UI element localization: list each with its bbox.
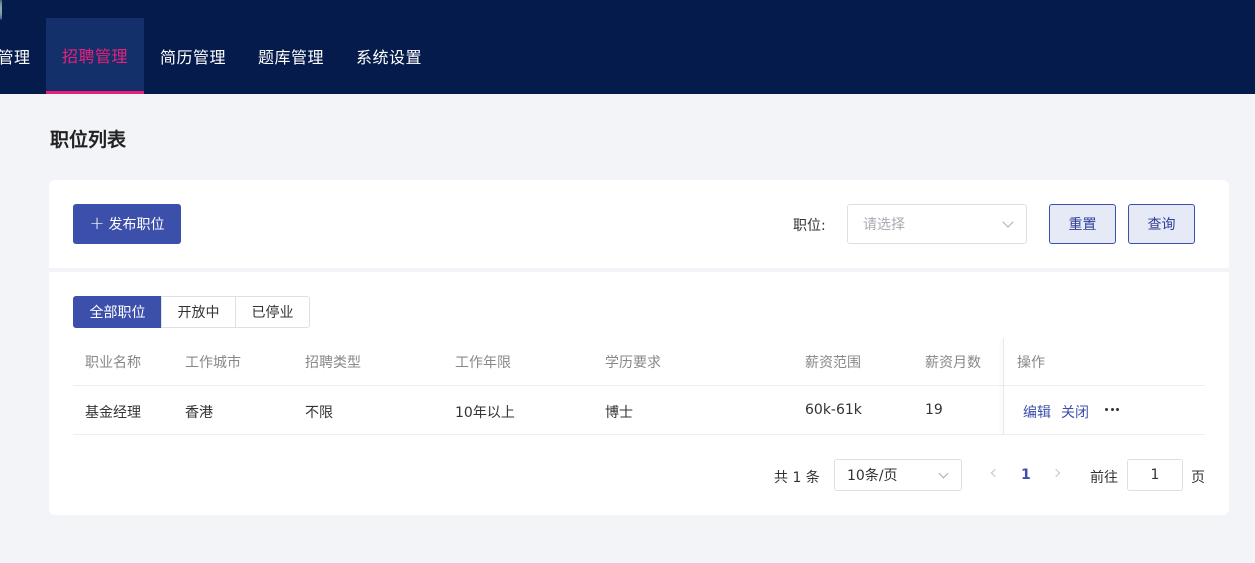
column-header-recruit-type: 招聘类型 bbox=[305, 355, 361, 371]
filter-card: + 发布职位 职位: 请选择 重置 查询 bbox=[49, 180, 1229, 268]
close-link[interactable]: 关闭 bbox=[1061, 402, 1089, 422]
cell-salary-range: 60k-61k bbox=[805, 402, 862, 418]
partner-logo-icon bbox=[0, 0, 2, 20]
cell-education: 博士 bbox=[605, 405, 633, 421]
edit-link[interactable]: 编辑 bbox=[1023, 402, 1051, 422]
column-header-actions: 操作 bbox=[1017, 355, 1045, 371]
publish-position-label: 发布职位 bbox=[108, 217, 165, 233]
nav-item-management[interactable]: 管理 bbox=[0, 18, 34, 94]
status-tabs: 全部职位 开放中 已停业 bbox=[73, 296, 310, 328]
nav-item-recruitment[interactable]: 招聘管理 bbox=[46, 18, 144, 94]
table-divider bbox=[73, 385, 1205, 386]
more-options-icon[interactable] bbox=[1105, 408, 1119, 412]
cell-salary-months: 19 bbox=[925, 402, 943, 418]
page-title: 职位列表 bbox=[50, 129, 127, 151]
chevron-down-icon bbox=[1002, 216, 1014, 228]
tab-label: 全部职位 bbox=[89, 305, 146, 321]
page-size-select[interactable]: 10条/页 bbox=[834, 459, 962, 491]
position-select-placeholder: 请选择 bbox=[863, 217, 905, 233]
nav-item-label: 系统设置 bbox=[355, 48, 422, 67]
table-divider bbox=[73, 434, 1205, 435]
nav-item-label: 题库管理 bbox=[257, 48, 324, 67]
column-header-salary-range: 薪资范围 bbox=[805, 355, 861, 371]
partner-logo-strip bbox=[0, 0, 1255, 20]
goto-page-value: 1 bbox=[1150, 467, 1160, 483]
reset-button-label: 重置 bbox=[1068, 217, 1097, 233]
nav-item-system-settings[interactable]: 系统设置 bbox=[340, 18, 438, 94]
nav-item-resume[interactable]: 简历管理 bbox=[144, 18, 242, 94]
top-navbar: 管理 招聘管理 简历管理 题库管理 系统设置 bbox=[0, 0, 1255, 94]
column-header-job-name: 职业名称 bbox=[85, 355, 141, 371]
publish-position-button[interactable]: + 发布职位 bbox=[73, 204, 181, 244]
position-filter-label: 职位: bbox=[793, 218, 826, 234]
cell-experience: 10年以上 bbox=[455, 405, 515, 421]
tab-all-positions[interactable]: 全部职位 bbox=[73, 296, 162, 328]
goto-label: 前往 bbox=[1090, 470, 1118, 486]
cell-city: 香港 bbox=[185, 405, 213, 421]
tab-label: 已停业 bbox=[251, 305, 294, 321]
tab-stopped[interactable]: 已停业 bbox=[235, 296, 310, 328]
table-card: 全部职位 开放中 已停业 职业名称 工作城市 招聘类型 工作年限 学历要求 薪资… bbox=[49, 272, 1229, 515]
fixed-column-divider bbox=[1003, 338, 1004, 434]
position-select[interactable]: 请选择 bbox=[847, 204, 1027, 244]
column-header-city: 工作城市 bbox=[185, 355, 241, 371]
query-button-label: 查询 bbox=[1147, 217, 1176, 233]
page-suffix-label: 页 bbox=[1191, 470, 1205, 486]
goto-page-input[interactable]: 1 bbox=[1127, 459, 1183, 491]
query-button[interactable]: 查询 bbox=[1128, 204, 1195, 244]
tab-label: 开放中 bbox=[177, 305, 220, 321]
cell-job-name: 基金经理 bbox=[85, 405, 141, 421]
cell-recruit-type: 不限 bbox=[305, 405, 333, 421]
column-header-salary-months: 薪资月数 bbox=[925, 355, 981, 371]
column-header-education: 学历要求 bbox=[605, 355, 661, 371]
tab-open[interactable]: 开放中 bbox=[161, 296, 236, 328]
nav-item-label: 管理 bbox=[0, 48, 31, 67]
nav-item-label: 简历管理 bbox=[159, 48, 226, 67]
page-number-current[interactable]: 1 bbox=[1021, 467, 1031, 483]
chevron-down-icon bbox=[938, 468, 949, 479]
nav-item-label: 招聘管理 bbox=[61, 46, 128, 66]
next-page-icon[interactable] bbox=[1051, 468, 1061, 478]
nav-item-question-bank[interactable]: 题库管理 bbox=[242, 18, 340, 94]
page-size-value: 10条/页 bbox=[847, 468, 898, 484]
prev-page-icon[interactable] bbox=[990, 468, 1000, 478]
plus-icon: + bbox=[89, 213, 105, 234]
pagination-total: 共 1 条 bbox=[774, 470, 820, 486]
reset-button[interactable]: 重置 bbox=[1049, 204, 1116, 244]
column-header-experience: 工作年限 bbox=[455, 355, 511, 371]
